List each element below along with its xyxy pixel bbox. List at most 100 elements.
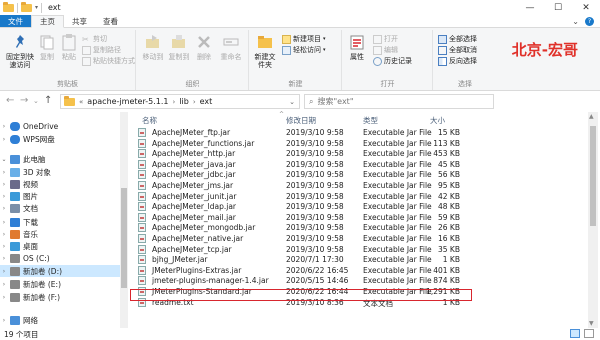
back-button[interactable]: ← (6, 95, 14, 106)
file-row[interactable]: ApacheJMeter_jms.jar 2019/3/10 9:58 Execut… (134, 180, 479, 191)
breadcrumb-item[interactable]: lib (179, 97, 189, 106)
easy-access-button[interactable]: 轻松访问 ▾ (282, 45, 326, 55)
tab-home[interactable]: 主页 (31, 15, 64, 28)
nav-item[interactable]: › 文档 (0, 202, 120, 214)
nav-item[interactable]: › 网络 (0, 314, 120, 326)
nav-item[interactable]: › 图片 (0, 190, 120, 202)
nav-item[interactable]: › 下载 (0, 216, 120, 228)
file-list-scrollbar[interactable]: ▲ ▼ (588, 112, 598, 330)
nav-item[interactable]: › OneDrive (0, 120, 120, 132)
rename-button[interactable]: 重命名 (219, 33, 243, 61)
nav-scrollbar[interactable] (120, 112, 128, 330)
nav-item[interactable]: › 视频 (0, 178, 120, 190)
edit-button[interactable]: 编辑 (373, 45, 398, 55)
column-name[interactable]: 名称 (142, 115, 157, 126)
paste-shortcut-button[interactable]: 粘贴快捷方式 (82, 56, 135, 66)
close-button[interactable]: ✕ (572, 0, 600, 15)
scrollbar-thumb[interactable] (121, 188, 127, 288)
file-row[interactable]: ApacheJMeter_functions.jar 2019/3/10 9:58… (134, 138, 479, 149)
breadcrumb-item[interactable]: apache-jmeter-5.1.1 (87, 97, 168, 106)
minimize-button[interactable]: — (516, 0, 544, 15)
new-folder-icon[interactable] (21, 1, 32, 12)
maximize-button[interactable]: ☐ (544, 0, 572, 15)
column-size[interactable]: 大小 (430, 115, 445, 126)
chevron-right-icon[interactable]: › (172, 98, 175, 106)
column-date[interactable]: 修改日期 (286, 115, 316, 126)
chevron-icon[interactable]: › (0, 255, 8, 262)
nav-item[interactable]: › 新加卷 (E:) (0, 278, 120, 290)
tab-file[interactable]: 文件 (0, 15, 31, 27)
breadcrumb-item[interactable]: ext (200, 97, 213, 106)
file-row[interactable]: ApacheJMeter_mongodb.jar 2019/3/10 9:58 Ex… (134, 222, 479, 233)
chevron-icon[interactable]: › (0, 136, 8, 143)
file-row[interactable]: jmeter-plugins-manager-1.4.jar 2020/5/15 … (134, 275, 479, 286)
file-row[interactable]: ApacheJMeter_mail.jar 2019/3/10 9:58 Execu… (134, 212, 479, 223)
new-folder-button[interactable]: 新建文件夹 (252, 33, 278, 69)
history-button[interactable]: 历史记录 (373, 56, 412, 66)
file-row[interactable]: ApacheJMeter_ldap.jar 2019/3/10 9:58 Execu… (134, 201, 479, 212)
address-bar[interactable]: « apache-jmeter-5.1.1 › lib › ext ⌄ (60, 94, 300, 109)
delete-button[interactable]: 删除 (195, 33, 213, 61)
help-icon[interactable]: ? (585, 16, 594, 26)
chevron-right-icon[interactable]: › (193, 98, 196, 106)
file-row[interactable]: ApacheJMeter_junit.jar 2019/3/10 9:58 Exec… (134, 191, 479, 202)
chevron-down-icon[interactable]: ⌄ (289, 98, 295, 106)
cut-button[interactable]: ✂ 剪切 (82, 34, 107, 44)
properties-button[interactable]: 属性 (347, 33, 367, 61)
file-row[interactable]: ApacheJMeter_tcp.jar 2019/3/10 9:58 Execut… (134, 244, 479, 255)
copy-to-button[interactable]: 复制到 (167, 33, 191, 61)
new-item-button[interactable]: 新建项目 ▾ (282, 34, 326, 44)
tab-share[interactable]: 共享 (64, 15, 95, 27)
pin-quick-access-button[interactable]: 固定到快速访问 (4, 33, 36, 69)
nav-item[interactable]: ⌄ 此电脑 (0, 153, 120, 165)
file-row[interactable]: JMeterPlugins-Extras.jar 2020/6/22 16:45 E… (134, 265, 479, 276)
file-row[interactable]: ApacheJMeter_java.jar 2019/3/10 9:58 Execu… (134, 159, 479, 170)
search-input[interactable]: ⌕ 搜索"ext" (304, 94, 494, 109)
recent-dropdown[interactable]: ⌄ (33, 97, 39, 105)
chevron-down-icon[interactable]: ⌄ (572, 17, 579, 26)
forward-button[interactable]: → (20, 95, 28, 106)
tab-view[interactable]: 查看 (95, 15, 126, 27)
chevron-icon[interactable]: › (0, 123, 8, 130)
file-row[interactable]: bjhg_JMeter.jar 2020/7/1 17:30 Executable … (134, 254, 479, 265)
move-to-button[interactable]: 移动到 (141, 33, 165, 61)
scroll-down-icon[interactable]: ▼ (589, 320, 594, 327)
chevron-icon[interactable]: › (0, 231, 8, 238)
chevron-icon[interactable]: ⌄ (0, 156, 8, 163)
chevron-icon[interactable]: › (0, 294, 8, 301)
select-none-button[interactable]: 全部取消 (438, 45, 477, 55)
nav-item[interactable]: › 3D 对象 (0, 166, 120, 178)
file-row[interactable]: ApacheJMeter_http.jar 2019/3/10 9:58 Execu… (134, 148, 479, 159)
chevron-icon[interactable]: › (0, 205, 8, 212)
nav-item[interactable]: › 桌面 (0, 240, 120, 252)
chevron-icon[interactable]: › (0, 193, 8, 200)
large-icons-view-button[interactable] (584, 329, 594, 338)
open-button[interactable]: 打开 (373, 34, 398, 44)
copy-path-button[interactable]: 复制路径 (82, 45, 121, 55)
nav-item[interactable]: › 新加卷 (F:) (0, 291, 120, 303)
chevron-icon[interactable]: › (0, 317, 8, 324)
details-view-button[interactable] (570, 329, 580, 338)
dropdown-icon[interactable]: ▾ (35, 4, 38, 11)
file-row[interactable]: ApacheJMeter_native.jar 2019/3/10 9:58 Exe… (134, 233, 479, 244)
copy-button[interactable]: 复制 (38, 33, 56, 61)
column-type[interactable]: 类型 (363, 115, 378, 126)
nav-item[interactable]: › 新加卷 (D:) (0, 265, 120, 277)
select-all-button[interactable]: 全部选择 (438, 34, 477, 44)
nav-item[interactable]: › WPS网盘 (0, 133, 120, 145)
file-row[interactable]: ApacheJMeter_ftp.jar 2019/3/10 9:58 Execut… (134, 127, 479, 138)
chevron-icon[interactable]: › (0, 169, 8, 176)
file-row[interactable]: ApacheJMeter_jdbc.jar 2019/3/10 9:58 Execu… (134, 169, 479, 180)
chevron-icon[interactable]: › (0, 219, 8, 226)
nav-item[interactable]: › 音乐 (0, 228, 120, 240)
scrollbar-thumb[interactable] (590, 126, 596, 226)
chevron-icon[interactable]: › (0, 268, 8, 275)
paste-button[interactable]: 粘贴 (60, 33, 78, 61)
chevron-icon[interactable]: › (0, 281, 8, 288)
nav-item[interactable]: › OS (C:) (0, 252, 120, 264)
up-button[interactable]: ↑ (44, 95, 52, 106)
chevron-icon[interactable]: › (0, 243, 8, 250)
scroll-up-icon[interactable]: ▲ (589, 113, 594, 120)
chevron-icon[interactable]: › (0, 181, 8, 188)
breadcrumb-overflow[interactable]: « (79, 98, 83, 106)
